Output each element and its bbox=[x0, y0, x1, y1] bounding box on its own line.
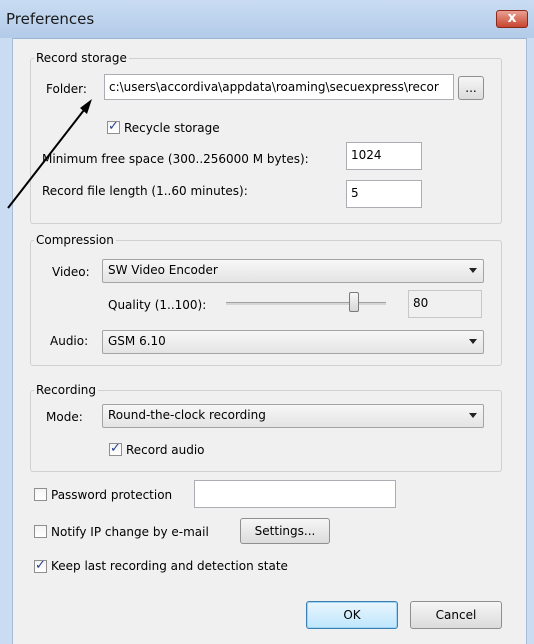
notify-ip-change-label: Notify IP change by e-mail bbox=[51, 525, 209, 539]
chevron-down-icon bbox=[469, 268, 477, 273]
email-settings-button-label: Settings... bbox=[254, 524, 316, 538]
chevron-down-icon bbox=[469, 339, 477, 344]
record-file-length-label: Record file length (1..60 minutes): bbox=[42, 184, 248, 198]
cancel-button[interactable]: Cancel bbox=[410, 601, 502, 629]
keep-last-state-label: Keep last recording and detection state bbox=[51, 559, 288, 573]
audio-codec-select[interactable]: GSM 6.10 bbox=[102, 330, 484, 354]
ellipsis-icon: ... bbox=[465, 81, 477, 95]
ok-button-label: OK bbox=[343, 608, 361, 622]
window-title: Preferences bbox=[6, 10, 95, 28]
min-free-space-input[interactable]: 1024 bbox=[346, 142, 422, 170]
window-frame-right bbox=[526, 38, 534, 644]
record-storage-group-title: Record storage bbox=[34, 51, 129, 65]
recycle-storage-checkbox[interactable] bbox=[107, 119, 120, 134]
video-encoder-select[interactable]: SW Video Encoder bbox=[102, 259, 484, 283]
folder-label: Folder: bbox=[46, 82, 87, 96]
password-protection-checkbox[interactable] bbox=[34, 488, 47, 501]
record-audio-checkbox[interactable] bbox=[109, 441, 122, 456]
password-input[interactable] bbox=[194, 480, 396, 508]
quality-slider-thumb[interactable] bbox=[349, 292, 359, 312]
cancel-button-label: Cancel bbox=[435, 608, 477, 622]
folder-input[interactable]: c:\users\accordiva\appdata\roaming\secue… bbox=[104, 74, 454, 100]
quality-slider-track[interactable] bbox=[226, 302, 386, 305]
recycle-storage-label: Recycle storage bbox=[124, 121, 220, 135]
audio-codec-value: GSM 6.10 bbox=[108, 334, 166, 348]
record-file-length-input[interactable]: 5 bbox=[346, 180, 422, 208]
quality-label: Quality (1..100): bbox=[108, 298, 207, 312]
quality-value-field: 80 bbox=[408, 290, 482, 318]
recording-group bbox=[30, 390, 502, 472]
video-label: Video: bbox=[52, 265, 90, 279]
browse-folder-button[interactable]: ... bbox=[458, 76, 484, 100]
ok-button[interactable]: OK bbox=[306, 601, 398, 629]
password-protection-label: Password protection bbox=[51, 488, 173, 502]
close-icon: x bbox=[507, 10, 517, 26]
compression-group-title: Compression bbox=[34, 233, 116, 247]
mode-label: Mode: bbox=[46, 410, 83, 424]
audio-label: Audio: bbox=[50, 334, 89, 348]
window-frame-left bbox=[0, 38, 13, 644]
min-free-space-label: Minimum free space (300..256000 M bytes)… bbox=[42, 152, 309, 166]
chevron-down-icon bbox=[469, 413, 477, 418]
email-settings-button[interactable]: Settings... bbox=[240, 518, 330, 544]
record-audio-label: Record audio bbox=[126, 443, 205, 457]
recording-mode-select[interactable]: Round-the-clock recording bbox=[102, 404, 484, 428]
recording-mode-value: Round-the-clock recording bbox=[108, 408, 266, 422]
preferences-dialog: Preferences x Record storage Folder: c:\… bbox=[0, 0, 534, 644]
notify-ip-change-checkbox[interactable] bbox=[34, 525, 47, 538]
title-bar[interactable]: Preferences x bbox=[0, 0, 534, 39]
keep-last-state-checkbox[interactable] bbox=[34, 558, 47, 573]
recording-group-title: Recording bbox=[34, 383, 99, 397]
close-button[interactable]: x bbox=[496, 10, 528, 28]
video-encoder-value: SW Video Encoder bbox=[108, 263, 218, 277]
